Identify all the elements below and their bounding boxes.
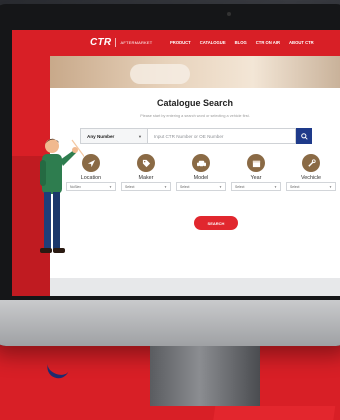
- wrench-icon: [302, 154, 320, 172]
- filter-vehicle: Vechicle: [286, 154, 336, 181]
- calendar-icon: [247, 154, 265, 172]
- logo-mark: CTR: [90, 37, 112, 48]
- chevron-down-icon: ▼: [219, 185, 222, 189]
- nav-item-product[interactable]: PRODUCT: [170, 40, 191, 45]
- year-select-value: Select: [235, 184, 245, 189]
- filter-maker: Maker: [121, 154, 171, 181]
- nav-item-blog[interactable]: BLOG: [235, 40, 247, 45]
- hero-banner: [50, 56, 340, 88]
- filter-label-model: Model: [193, 175, 209, 181]
- maker-select[interactable]: Select ▼: [121, 182, 171, 191]
- search-input[interactable]: Input CTR Number or OE Number: [148, 128, 296, 144]
- chevron-down-icon: ▼: [329, 185, 332, 189]
- location-icon: [82, 154, 100, 172]
- number-type-value: Any Number: [87, 133, 115, 139]
- top-navbar: CTR AFTERMARKET PRODUCT CATALOGUE BLOG C…: [12, 30, 340, 56]
- filter-year: Year: [231, 154, 281, 181]
- brand-logo[interactable]: CTR AFTERMARKET: [90, 37, 152, 48]
- hero-hand-image: [130, 64, 190, 84]
- model-select[interactable]: Select ▼: [176, 182, 226, 191]
- search-button[interactable]: SEARCH: [194, 216, 238, 230]
- filter-label-maker: Maker: [138, 175, 154, 181]
- nav-item-about[interactable]: ABOUT CTR: [289, 40, 314, 45]
- model-select-value: Select: [180, 184, 190, 189]
- logo-divider: [115, 38, 117, 47]
- catalogue-title: Catalogue Search: [156, 98, 234, 108]
- nav-menu: PRODUCT CATALOGUE BLOG CTR ON AIR ABOUT …: [170, 40, 314, 45]
- chevron-down-icon: ▼: [164, 185, 167, 189]
- chevron-down-icon: ▼: [138, 134, 142, 139]
- car-icon: [192, 154, 210, 172]
- presenter-illustration: [40, 138, 84, 253]
- maker-select-value: Select: [125, 184, 135, 189]
- search-placeholder: Input CTR Number or OE Number: [154, 133, 224, 139]
- search-row: Any Number ▼ Input CTR Number or OE Numb…: [80, 128, 312, 144]
- tag-icon: [137, 154, 155, 172]
- nav-item-ctr-on-air[interactable]: CTR ON AIR: [256, 40, 280, 45]
- search-icon-button[interactable]: [296, 128, 312, 144]
- nav-item-catalogue[interactable]: CATALOGUE: [200, 40, 226, 45]
- monitor-camera: [227, 12, 231, 16]
- filter-label-vehicle: Vechicle: [300, 175, 322, 181]
- vehicle-select[interactable]: Select ▼: [286, 182, 336, 191]
- filter-label-year: Year: [250, 175, 262, 181]
- search-icon: [300, 132, 308, 140]
- catalogue-subtitle: Please start by entering a search word o…: [140, 114, 250, 118]
- filter-model: Model: [176, 154, 226, 181]
- monitor-chin: [0, 300, 340, 346]
- number-type-select[interactable]: Any Number ▼: [80, 128, 148, 144]
- chevron-down-icon: ▼: [109, 185, 112, 189]
- logo-subtitle: AFTERMARKET: [120, 40, 153, 45]
- chevron-down-icon: ▼: [274, 185, 277, 189]
- speech-bubble-icon: [100, 258, 112, 267]
- year-select[interactable]: Select ▼: [231, 182, 281, 191]
- vehicle-select-value: Select: [290, 184, 300, 189]
- monitor-stand: [150, 346, 260, 406]
- catalogue-search-panel: Catalogue Search Please start by enterin…: [50, 88, 340, 278]
